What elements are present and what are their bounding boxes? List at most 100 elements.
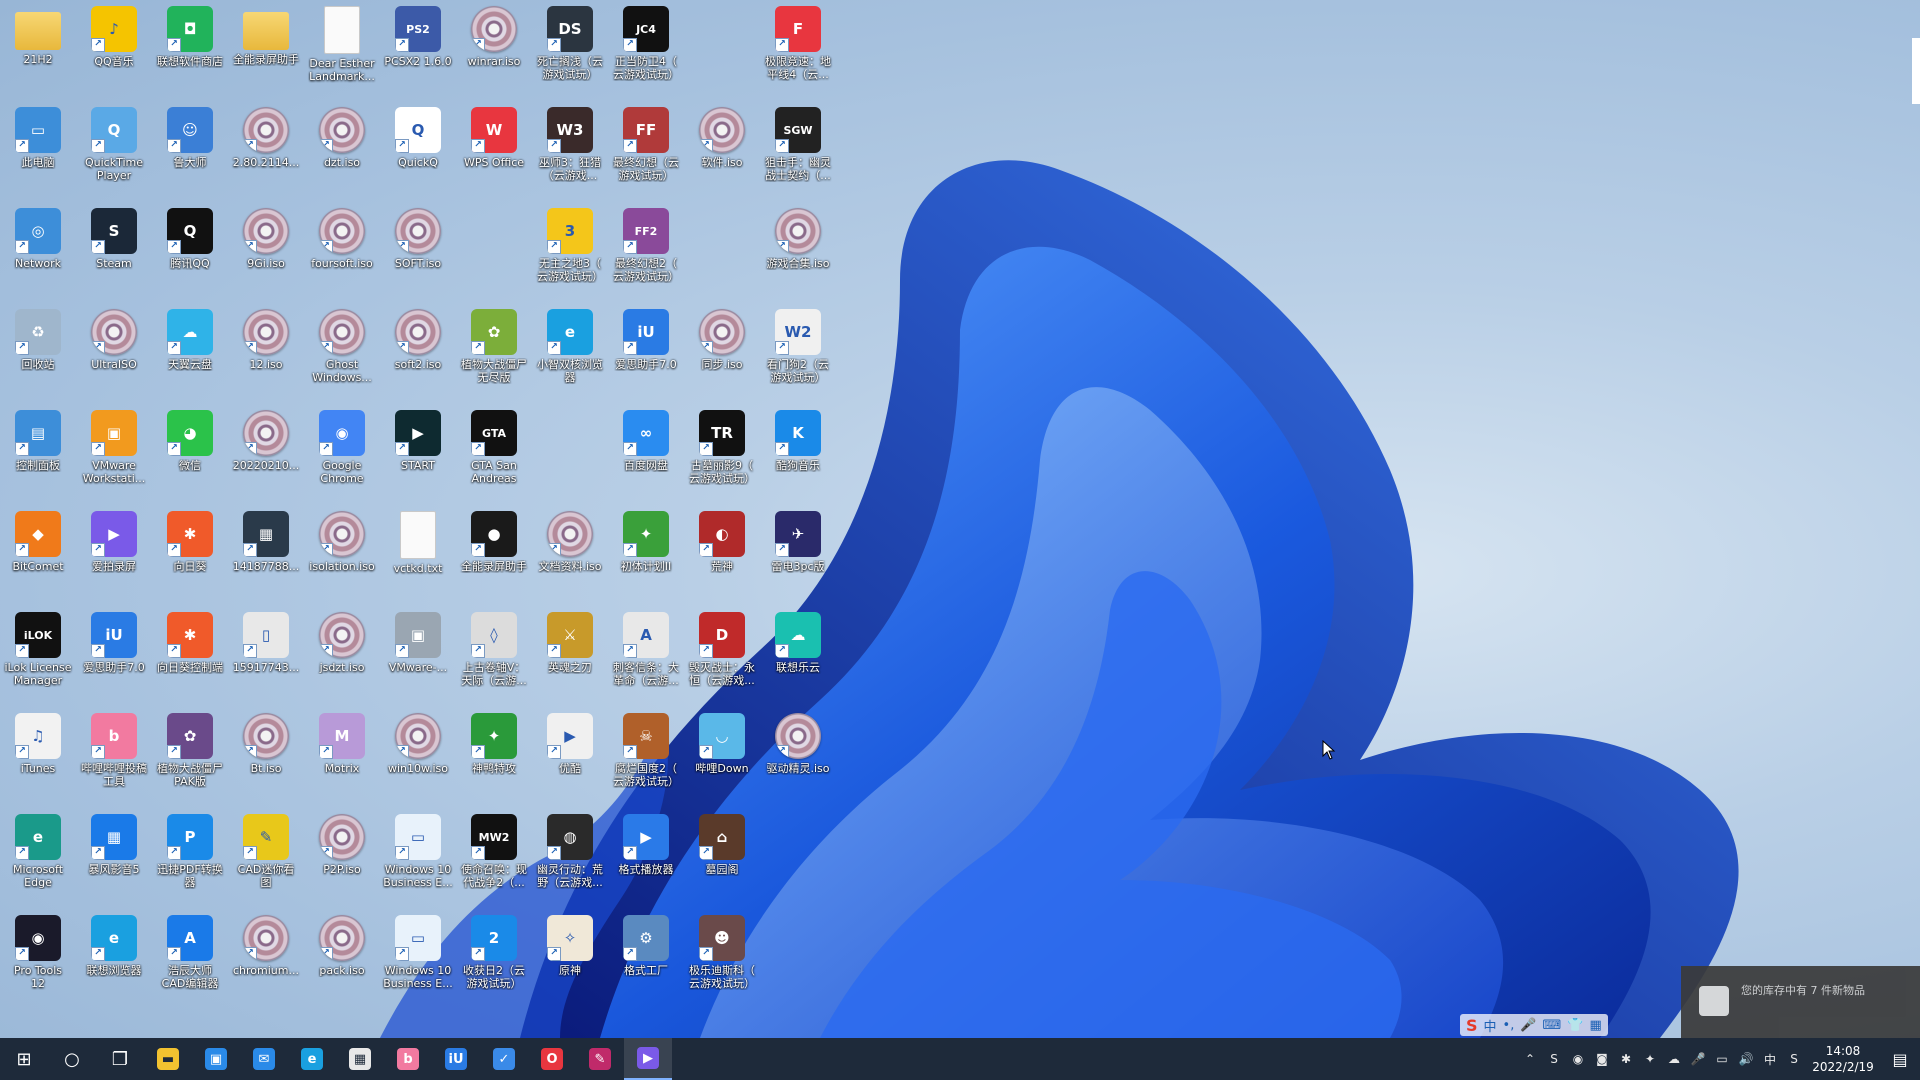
desktop-icon[interactable]: ⚙ ↗ 格式工厂 (608, 911, 684, 1011)
desktop-icon[interactable]: FF ↗ 最终幻想（云 游戏试玩） (608, 103, 684, 203)
ime-tool-icon[interactable]: 中 (1484, 1016, 1497, 1035)
desktop-icon[interactable]: ✦ ↗ 神鸭特攻 (456, 709, 532, 809)
desktop-icon[interactable]: ↗ 2.80.2114... (228, 103, 304, 203)
desktop-icon[interactable]: ☠ ↗ 腐烂国度2（ 云游戏试玩） (608, 709, 684, 809)
desktop-icon[interactable]: ↗ 文档资料.iso (532, 507, 608, 607)
tray-icon[interactable]: S (1542, 1038, 1566, 1080)
desktop-icon[interactable]: ✎ ↗ CAD迷你看 图 (228, 810, 304, 910)
desktop-icon[interactable]: vctkd.txt (380, 507, 456, 607)
taskbar-aisi[interactable]: iU (432, 1038, 480, 1080)
desktop-icon[interactable]: ↗ win10w.iso (380, 709, 456, 809)
desktop-icon[interactable]: ▭ ↗ Windows 10 Business E... (380, 911, 456, 1011)
desktop-icon[interactable]: FF2 ↗ 最终幻想2（ 云游戏试玩） (608, 204, 684, 304)
desktop-icon[interactable]: ✱ ↗ 向日葵控制端 (152, 608, 228, 708)
desktop-icon[interactable]: F ↗ 极限竞速：地 平线4（云... (760, 2, 836, 102)
desktop-icon[interactable]: PS2 ↗ PCSX2 1.6.0 (380, 2, 456, 102)
ime-tool-icon[interactable]: 👕 (1567, 1018, 1583, 1033)
desktop-icon[interactable]: ↗ UltraISO (76, 305, 152, 405)
desktop-icon[interactable]: ▣ ↗ VMware-... (380, 608, 456, 708)
desktop-icon[interactable]: SGW ↗ 狙击手：幽灵 战士契约（... (760, 103, 836, 203)
desktop-icon[interactable]: iLOK ↗ iLok License Manager (0, 608, 76, 708)
desktop-icon[interactable]: ↗ 同步.iso (684, 305, 760, 405)
desktop-icon[interactable]: ◉ ↗ Pro Tools 12 (0, 911, 76, 1011)
desktop-icon[interactable]: MW2 ↗ 使命召唤：现 代战争2（... (456, 810, 532, 910)
desktop-icon[interactable]: ↗ dzt.iso (304, 103, 380, 203)
desktop-icon[interactable]: W2 ↗ 看门狗2（云 游戏试玩） (760, 305, 836, 405)
notification-center-icon[interactable]: ▤ (1880, 1038, 1920, 1080)
desktop-icon[interactable]: Q ↗ 腾讯QQ (152, 204, 228, 304)
desktop-icon[interactable]: ∞ ↗ 百度网盘 (608, 406, 684, 506)
desktop-icon[interactable]: ↗ Bt.iso (228, 709, 304, 809)
desktop-icon[interactable]: M ↗ Motrix (304, 709, 380, 809)
desktop-icon[interactable]: ✈ ↗ 雷电3pc版 (760, 507, 836, 607)
desktop-icon[interactable]: ◡ ↗ 哔哩Down (684, 709, 760, 809)
desktop-icon[interactable]: ↗ pack.iso (304, 911, 380, 1011)
tray-icon[interactable]: 中 (1758, 1038, 1782, 1080)
desktop-icon[interactable]: ◎ ↗ Network (0, 204, 76, 304)
desktop-icon[interactable]: D ↗ 毁灭战士：永 恒（云游戏... (684, 608, 760, 708)
desktop-icon[interactable]: ▶ ↗ 格式播放器 (608, 810, 684, 910)
desktop-icon[interactable]: TR ↗ 古墓丽影9（ 云游戏试玩） (684, 406, 760, 506)
tray-icon[interactable]: ◙ (1590, 1038, 1614, 1080)
desktop-icon[interactable]: ⚔ ↗ 英魂之刃 (532, 608, 608, 708)
start-button[interactable]: ⊞ (0, 1038, 48, 1080)
desktop-icon[interactable]: ▤ ↗ 控制面板 (0, 406, 76, 506)
desktop-icon[interactable]: ↗ chromium... (228, 911, 304, 1011)
desktop-icon[interactable]: ✿ ↗ 植物大战僵尸 无尽版 (456, 305, 532, 405)
taskbar-store[interactable]: ▣ (192, 1038, 240, 1080)
desktop-icon[interactable]: ↗ 9Gi.iso (228, 204, 304, 304)
tray-icon[interactable]: ☁ (1662, 1038, 1686, 1080)
taskbar-file-explorer[interactable]: ▬ (144, 1038, 192, 1080)
desktop-icon[interactable]: ↗ jsdzt.iso (304, 608, 380, 708)
desktop-icon[interactable]: S ↗ Steam (76, 204, 152, 304)
desktop-icon[interactable]: ▣ ↗ VMware Workstati... (76, 406, 152, 506)
desktop-icon[interactable]: K ↗ 酷狗音乐 (760, 406, 836, 506)
tray-icon[interactable]: S (1782, 1038, 1806, 1080)
desktop-icon[interactable]: DS ↗ 死亡搁浅（云 游戏试玩） (532, 2, 608, 102)
desktop-icon[interactable]: ▶ ↗ 爱拍录屏 (76, 507, 152, 607)
desktop-icon[interactable]: ▯ ↗ 15917743... (228, 608, 304, 708)
desktop-icon[interactable]: ◘ ↗ 联想软件商店 (152, 2, 228, 102)
desktop-icon[interactable]: ↗ Ghost Windows... (304, 305, 380, 405)
desktop-icon[interactable]: ▭ ↗ Windows 10 Business E... (380, 810, 456, 910)
steam-inventory-notification[interactable]: 您的库存中有 7 件新物品 (1681, 966, 1920, 1038)
ime-tool-icon[interactable]: ⌨ (1543, 1018, 1562, 1033)
desktop-icon[interactable]: ☁ ↗ 联想乐云 (760, 608, 836, 708)
desktop-icon[interactable]: A ↗ 浩辰大师 CAD编辑器 (152, 911, 228, 1011)
taskbar-bilibili[interactable]: b (384, 1038, 432, 1080)
search-button[interactable]: ○ (48, 1038, 96, 1080)
desktop-icon[interactable]: ◕ ↗ 微信 (152, 406, 228, 506)
desktop-icon[interactable]: ↗ soft2.iso (380, 305, 456, 405)
clock[interactable]: 14:08 2022/2/19 (1806, 1043, 1880, 1075)
desktop-icon[interactable]: W ↗ WPS Office (456, 103, 532, 203)
tray-icon[interactable]: ✱ (1614, 1038, 1638, 1080)
desktop-icon[interactable]: ♪ ↗ QQ音乐 (76, 2, 152, 102)
desktop-icon[interactable]: 21H2 (0, 2, 76, 102)
desktop-icon[interactable]: 全能录屏助手 (228, 2, 304, 102)
tray-icon[interactable]: ⌃ (1518, 1038, 1542, 1080)
taskbar-vpn[interactable]: ✓ (480, 1038, 528, 1080)
desktop-icon[interactable]: ↗ 游戏合集.iso (760, 204, 836, 304)
desktop-icon[interactable]: ☻ ↗ 极乐迪斯科（ 云游戏试玩） (684, 911, 760, 1011)
tray-icon[interactable]: ◉ (1566, 1038, 1590, 1080)
sogou-ime-toolbar[interactable]: S 中 •, 🎤 ⌨ 👕 ▦ (1460, 1014, 1608, 1036)
desktop-icon[interactable]: ▦ ↗ 暴风影音5 (76, 810, 152, 910)
taskbar-app-store[interactable]: ▦ (336, 1038, 384, 1080)
desktop-icon[interactable]: ↗ isolation.iso (304, 507, 380, 607)
desktop-icon[interactable]: ▭ ↗ 此电脑 (0, 103, 76, 203)
taskbar-edge[interactable]: e (288, 1038, 336, 1080)
desktop-icon[interactable]: 3 ↗ 无主之地3（ 云游戏试玩） (532, 204, 608, 304)
desktop-icon[interactable]: ◐ ↗ 荒神 (684, 507, 760, 607)
task-view-button[interactable]: ❐ (96, 1038, 144, 1080)
desktop-icon[interactable]: ☺ ↗ 鲁大师 (152, 103, 228, 203)
desktop-icon[interactable]: ↗ 软件.iso (684, 103, 760, 203)
desktop-icon[interactable]: ♫ ↗ iTunes (0, 709, 76, 809)
desktop-icon[interactable]: ✧ ↗ 原神 (532, 911, 608, 1011)
tray-icon[interactable]: 🎤 (1686, 1038, 1710, 1080)
ime-tool-icon[interactable]: •, (1503, 1018, 1515, 1033)
desktop-icon[interactable]: ◊ ↗ 上古卷轴V： 天际（云游... (456, 608, 532, 708)
desktop-icon[interactable]: ↗ SOFT.iso (380, 204, 456, 304)
desktop-icon[interactable]: ▶ ↗ START (380, 406, 456, 506)
desktop-icon[interactable]: ▦ ↗ 14187788... (228, 507, 304, 607)
desktop-icon[interactable]: iU ↗ 爱思助手7.0 (608, 305, 684, 405)
